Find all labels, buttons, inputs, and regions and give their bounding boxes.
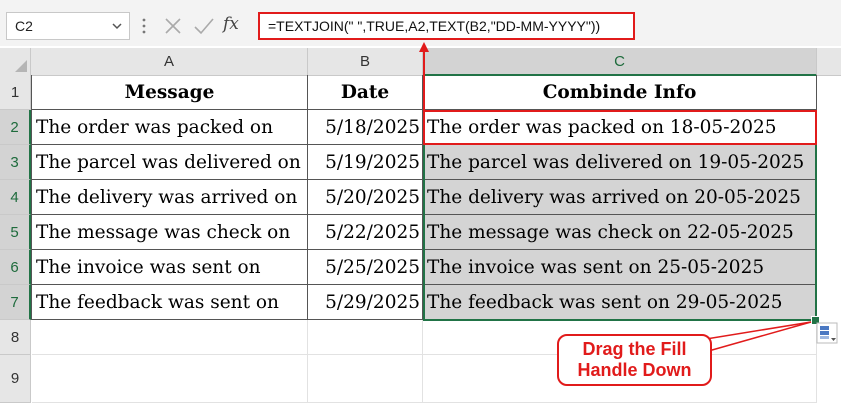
cell-a8[interactable] (32, 320, 308, 355)
message-text: The order was packed on (36, 116, 273, 138)
cell-a5[interactable]: The message was check on (32, 215, 308, 250)
cell-a6[interactable]: The invoice was sent on (32, 250, 308, 285)
info-text: The message was check on 22-05-2025 (427, 221, 794, 243)
name-box[interactable]: C2 (6, 12, 130, 40)
cell-b4[interactable]: 5/20/2025 (308, 180, 423, 215)
cell-c3[interactable]: The parcel was delivered on 19-05-2025 (423, 145, 817, 180)
auto-fill-options-icon[interactable] (816, 322, 838, 344)
name-box-value: C2 (15, 18, 33, 34)
row-header-5[interactable]: 5 (0, 215, 31, 250)
cell-a2[interactable]: The order was packed on (32, 110, 308, 145)
date-text: 5/29/2025 (325, 291, 420, 313)
formula-bar: C2 fx =TEXTJOIN(" ",TRUE,A2,TEXT(B2,"DD-… (0, 0, 841, 46)
message-text: The feedback was sent on (36, 291, 279, 313)
callout-line-1: Drag the Fill (582, 339, 687, 359)
date-text: 5/22/2025 (325, 221, 420, 243)
column-header-d[interactable] (817, 48, 841, 76)
cell-c1[interactable]: Combinde Info (423, 75, 817, 110)
cell-b7[interactable]: 5/29/2025 (308, 285, 423, 320)
header-date: Date (340, 81, 390, 103)
more-options-icon[interactable] (140, 14, 148, 38)
date-text: 5/20/2025 (325, 186, 420, 208)
cell-c5[interactable]: The message was check on 22-05-2025 (423, 215, 817, 250)
select-all-corner[interactable] (0, 48, 31, 76)
date-text: 5/25/2025 (325, 256, 420, 278)
info-text: The order was packed on 18-05-2025 (427, 116, 777, 138)
date-text: 5/19/2025 (325, 151, 420, 173)
formula-input[interactable]: =TEXTJOIN(" ",TRUE,A2,TEXT(B2,"DD-MM-YYY… (258, 12, 635, 40)
cell-b8[interactable] (308, 320, 423, 355)
callout-line-2: Handle Down (577, 360, 692, 380)
info-text: The feedback was sent on 29-05-2025 (427, 291, 783, 313)
chevron-down-icon[interactable] (111, 20, 123, 32)
message-text: The invoice was sent on (36, 256, 261, 278)
row-header-7[interactable]: 7 (0, 285, 31, 320)
info-text: The parcel was delivered on 19-05-2025 (427, 151, 805, 173)
column-header-c[interactable]: C (423, 48, 817, 76)
cell-a9[interactable] (32, 355, 308, 403)
callout-drag-fill-handle: Drag the Fill Handle Down (557, 334, 712, 386)
formula-buttons: fx (155, 12, 250, 40)
cell-b2[interactable]: 5/18/2025 (308, 110, 423, 145)
cell-b5[interactable]: 5/22/2025 (308, 215, 423, 250)
cell-c4[interactable]: The delivery was arrived on 20-05-2025 (423, 180, 817, 215)
header-info: Combinde Info (542, 81, 697, 103)
row-header-1[interactable]: 1 (0, 75, 31, 110)
row-header-9[interactable]: 9 (0, 355, 31, 403)
insert-function-button[interactable]: fx (223, 14, 239, 34)
message-text: The delivery was arrived on (36, 186, 298, 208)
row-header-6[interactable]: 6 (0, 250, 31, 285)
cell-b9[interactable] (308, 355, 423, 403)
info-text: The delivery was arrived on 20-05-2025 (427, 186, 801, 208)
column-header-b[interactable]: B (308, 48, 423, 76)
cell-a1[interactable]: Message (32, 75, 308, 110)
cell-a4[interactable]: The delivery was arrived on (32, 180, 308, 215)
date-text: 5/18/2025 (325, 116, 420, 138)
message-text: The parcel was delivered on (36, 151, 301, 173)
cell-a3[interactable]: The parcel was delivered on (32, 145, 308, 180)
row-header-4[interactable]: 4 (0, 180, 31, 215)
cell-a7[interactable]: The feedback was sent on (32, 285, 308, 320)
row-header-8[interactable]: 8 (0, 320, 31, 355)
cell-b6[interactable]: 5/25/2025 (308, 250, 423, 285)
row-header-2[interactable]: 2 (0, 110, 31, 145)
cell-b1[interactable]: Date (308, 75, 423, 110)
cell-b3[interactable]: 5/19/2025 (308, 145, 423, 180)
info-text: The invoice was sent on 25-05-2025 (427, 256, 765, 278)
message-text: The message was check on (36, 221, 291, 243)
column-header-a[interactable]: A (31, 48, 308, 76)
row-header-3[interactable]: 3 (0, 145, 31, 180)
cell-c7[interactable]: The feedback was sent on 29-05-2025 (423, 285, 817, 320)
enter-check-icon[interactable] (193, 12, 215, 40)
header-message: Message (124, 81, 215, 103)
formula-text: =TEXTJOIN(" ",TRUE,A2,TEXT(B2,"DD-MM-YYY… (268, 18, 601, 34)
select-all-triangle-icon (15, 60, 27, 72)
cell-c2[interactable]: The order was packed on 18-05-2025 (423, 110, 817, 145)
cell-c6[interactable]: The invoice was sent on 25-05-2025 (423, 250, 817, 285)
table-left-border (31, 75, 32, 320)
cancel-icon[interactable] (163, 12, 183, 40)
